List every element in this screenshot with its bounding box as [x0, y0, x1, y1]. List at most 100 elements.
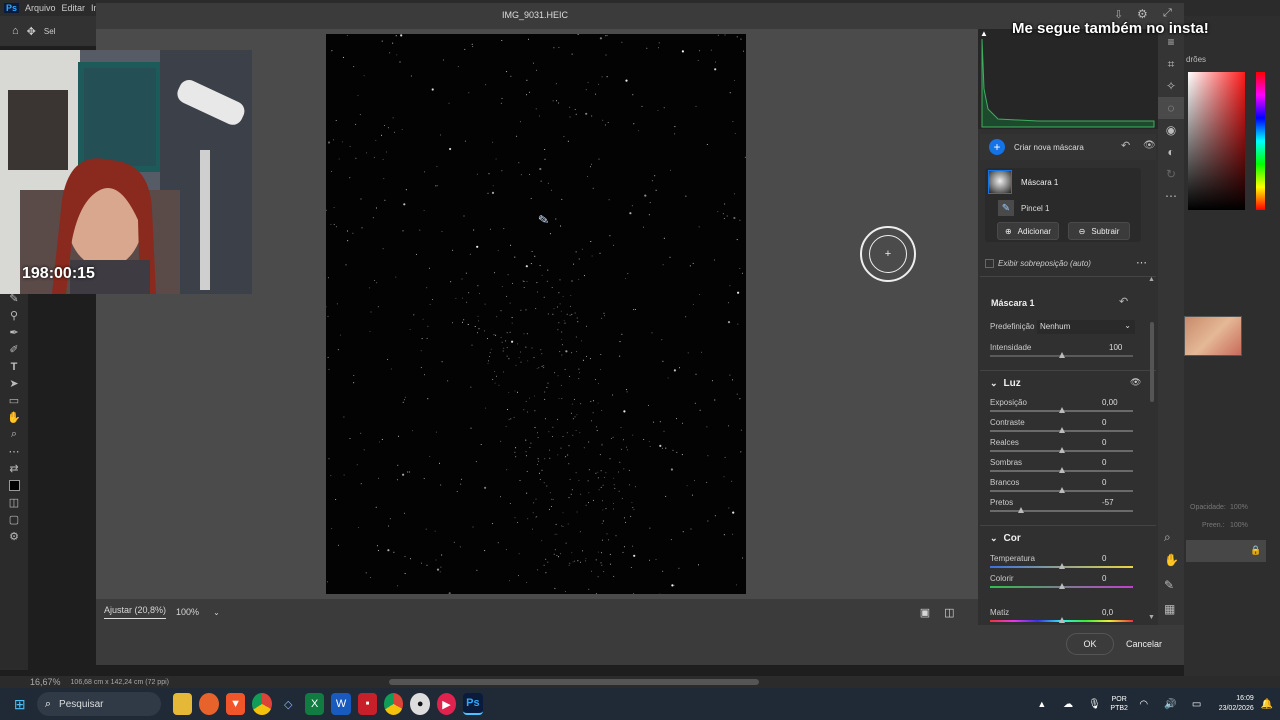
- pen-path-icon[interactable]: ✐: [0, 341, 28, 358]
- app-icon[interactable]: ◇: [279, 693, 298, 715]
- slider-1[interactable]: Contraste 0: [990, 418, 1135, 438]
- media-app-icon[interactable]: ■: [357, 693, 378, 715]
- light-visibility-eye-icon[interactable]: 👁: [1130, 377, 1141, 388]
- slider-value[interactable]: 0: [1102, 574, 1106, 583]
- healing-icon[interactable]: ✧: [1158, 75, 1184, 97]
- before-after-icon[interactable]: ◫: [944, 606, 954, 619]
- mask-visibility-eye-icon[interactable]: 👁: [1143, 140, 1156, 151]
- slider-thumb[interactable]: [1058, 563, 1065, 569]
- light-section-header[interactable]: ⌄ Luz: [980, 372, 1155, 394]
- layer-thumbnail[interactable]: [1184, 316, 1242, 356]
- more-icon[interactable]: ⋯: [1158, 185, 1184, 207]
- slider-value[interactable]: 0: [1102, 418, 1106, 427]
- reset-masks-icon[interactable]: ↶: [1121, 139, 1130, 152]
- quick-mask-icon[interactable]: ◫: [0, 494, 28, 511]
- slider-thumb[interactable]: [1058, 617, 1065, 623]
- ok-button[interactable]: OK: [1066, 633, 1114, 655]
- scroll-up-icon[interactable]: ▲: [1148, 276, 1155, 283]
- sampler-icon[interactable]: ✎: [1164, 578, 1174, 592]
- snapshot-icon[interactable]: ↻: [1158, 163, 1184, 185]
- hand-icon[interactable]: ✋: [1164, 553, 1179, 567]
- intensity-slider[interactable]: Intensidade 100: [990, 343, 1135, 363]
- brush-1-item[interactable]: Pincel 1: [1021, 204, 1049, 213]
- presets-icon[interactable]: ◐: [1158, 141, 1184, 163]
- slider-2[interactable]: Realces 0: [990, 438, 1135, 458]
- home-icon[interactable]: ⌂: [12, 25, 19, 37]
- battery-icon[interactable]: ▭: [1187, 693, 1206, 715]
- slider-thumb[interactable]: [1017, 507, 1024, 513]
- language-indicator[interactable]: POR PTB2: [1108, 695, 1131, 713]
- edit-toolbar-icon[interactable]: ⚙: [0, 528, 28, 545]
- wifi-icon[interactable]: ◠: [1134, 693, 1153, 715]
- network-cloud-icon[interactable]: ☁: [1058, 693, 1077, 715]
- menu-arquivo[interactable]: Arquivo: [25, 3, 56, 13]
- grid-icon[interactable]: ▦: [1164, 602, 1175, 616]
- opacity-value[interactable]: 100%: [1230, 504, 1248, 511]
- file-explorer-icon[interactable]: [173, 693, 193, 715]
- type-tool-icon[interactable]: T: [0, 358, 28, 375]
- clock[interactable]: 16:09 23/02/2026: [1210, 694, 1254, 714]
- player-icon[interactable]: ▶: [436, 693, 457, 715]
- firefox-icon[interactable]: [199, 693, 219, 715]
- slider-0[interactable]: Exposição 0,00: [990, 398, 1135, 418]
- more-options-icon[interactable]: ⋯: [1136, 256, 1147, 269]
- slider-value[interactable]: 0: [1102, 478, 1106, 487]
- slider-2[interactable]: Matiz 0,0: [990, 608, 1135, 628]
- single-view-icon[interactable]: ▣: [920, 606, 930, 619]
- overlay-checkbox[interactable]: [985, 259, 994, 268]
- pen-tool-icon[interactable]: ✒: [0, 324, 28, 341]
- chrome-alt-icon[interactable]: [384, 693, 404, 715]
- move-tool-icon[interactable]: ✥: [27, 25, 36, 38]
- settings-gear-icon[interactable]: ⚙: [1137, 7, 1148, 21]
- slider-thumb[interactable]: [1058, 427, 1065, 433]
- zoom-100-label[interactable]: 100%: [176, 607, 199, 617]
- slider-thumb[interactable]: [1058, 467, 1065, 473]
- hue-slider[interactable]: [1256, 72, 1265, 210]
- slider-3[interactable]: Sombras 0: [990, 458, 1135, 478]
- stamp-tool-icon[interactable]: ⚲: [0, 307, 28, 324]
- taskbar-search[interactable]: ⌕ Pesquisar: [36, 692, 162, 716]
- slider-value[interactable]: 0: [1102, 554, 1106, 563]
- intensity-value[interactable]: 100: [1109, 343, 1122, 352]
- slider-4[interactable]: Brancos 0: [990, 478, 1135, 498]
- subtract-button[interactable]: ⊖ Subtrair: [1068, 222, 1130, 240]
- swap-colors-icon[interactable]: ⇄: [0, 460, 28, 477]
- intensity-thumb[interactable]: [1059, 352, 1065, 358]
- fullscreen-icon[interactable]: ⤢: [1163, 7, 1172, 20]
- chrome-icon[interactable]: [252, 693, 272, 715]
- fill-value[interactable]: 100%: [1230, 522, 1248, 529]
- zoom-icon[interactable]: ⌕: [1164, 530, 1171, 545]
- slider-thumb[interactable]: [1058, 487, 1065, 493]
- windows-start-icon[interactable]: ⊞: [10, 693, 29, 715]
- panel-scrollbar[interactable]: [1150, 322, 1154, 402]
- slider-5[interactable]: Pretos -57: [990, 498, 1135, 518]
- slider-value[interactable]: 0,0: [1102, 608, 1113, 617]
- photoshop-taskbar-icon[interactable]: Ps: [463, 693, 483, 715]
- github-icon[interactable]: ●: [410, 693, 430, 715]
- volume-icon[interactable]: 🔊: [1160, 693, 1179, 715]
- slider-value[interactable]: -57: [1102, 498, 1114, 507]
- slider-thumb[interactable]: [1058, 447, 1065, 453]
- zoom-tool-icon[interactable]: ⌕: [0, 426, 28, 443]
- photo-preview[interactable]: [326, 34, 746, 594]
- color-field[interactable]: [1188, 72, 1245, 210]
- word-icon[interactable]: W: [331, 693, 351, 715]
- excel-icon[interactable]: X: [304, 693, 325, 715]
- cancel-button[interactable]: Cancelar: [1120, 633, 1168, 655]
- mask-1-item[interactable]: Máscara 1: [1021, 178, 1058, 187]
- mic-icon[interactable]: 🎙: [1085, 693, 1104, 715]
- horizontal-scrollbar[interactable]: [388, 679, 759, 685]
- screen-mode-icon[interactable]: ▢: [0, 511, 28, 528]
- tray-chevron-icon[interactable]: ▲: [1032, 693, 1051, 715]
- status-zoom[interactable]: 16,67%: [30, 677, 61, 687]
- add-button[interactable]: ⊕ Adicionar: [997, 222, 1059, 240]
- notification-bell-icon[interactable]: 🔔: [1257, 693, 1276, 715]
- mask-thumbnail[interactable]: [988, 170, 1012, 194]
- reset-mask-icon[interactable]: ↶: [1119, 295, 1128, 308]
- rectangle-tool-icon[interactable]: ▭: [0, 392, 28, 409]
- foreground-color-icon[interactable]: [0, 477, 28, 494]
- brave-icon[interactable]: ▼: [225, 693, 246, 715]
- histogram-warning-icon[interactable]: ▲: [980, 29, 988, 38]
- scroll-down-icon[interactable]: ▼: [1148, 614, 1155, 621]
- slider-0[interactable]: Temperatura 0: [990, 554, 1135, 574]
